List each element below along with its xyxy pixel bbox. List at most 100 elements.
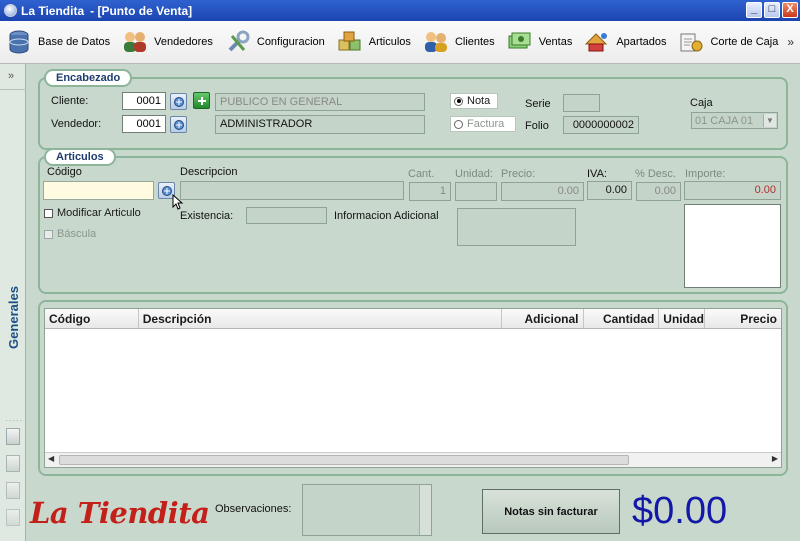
plus-icon [197, 96, 206, 105]
close-button[interactable]: X [782, 2, 798, 18]
column-header-descripcion[interactable]: Descripción [139, 309, 502, 328]
modificar-articulo-checkbox[interactable]: Modificar Articulo [44, 207, 141, 219]
unidad-label: Unidad: [455, 168, 493, 180]
document-icon[interactable] [6, 482, 20, 499]
checkbox-icon [44, 208, 53, 218]
precio-field[interactable]: 0.00 [501, 182, 584, 201]
toolbar-vendedores[interactable]: Vendedores [122, 29, 213, 55]
observaciones-label: Observaciones: [215, 503, 292, 515]
encabezado-group [38, 77, 788, 150]
descuento-field[interactable]: 0.00 [636, 182, 681, 201]
checkbox-icon [44, 229, 53, 239]
document-icon[interactable] [6, 455, 20, 472]
existencia-field [246, 207, 327, 224]
observaciones-textarea[interactable] [302, 484, 432, 536]
chevron-down-icon: ▼ [763, 114, 776, 127]
cantidad-field[interactable]: 1 [409, 182, 451, 201]
iva-label: IVA: [587, 168, 607, 180]
divider [0, 89, 26, 90]
cliente-id-field[interactable]: 0001 [122, 92, 166, 110]
toolbar-corte-de-caja[interactable]: Corte de Caja [678, 29, 778, 55]
toolbar-label: Corte de Caja [710, 36, 779, 48]
precio-label: Precio: [501, 168, 536, 180]
codigo-input[interactable] [43, 181, 154, 200]
descripcion-field [180, 181, 404, 200]
toolbar-label: Configuracion [256, 36, 325, 48]
toolbar-articulos[interactable]: Articulos [337, 29, 411, 55]
unidad-field [455, 182, 497, 201]
info-adicional-field [457, 208, 576, 246]
document-icon[interactable] [6, 509, 20, 526]
database-icon [6, 29, 32, 55]
factura-radio[interactable]: Factura [450, 116, 516, 132]
toolbar-base-de-datos[interactable]: Base de Datos [6, 29, 110, 55]
minimize-button[interactable]: _ [746, 2, 762, 18]
maximize-button[interactable]: □ [764, 2, 780, 18]
scrollbar-thumb[interactable] [59, 455, 629, 465]
horizontal-scrollbar[interactable]: ◀ ▶ [45, 452, 781, 467]
column-header-codigo[interactable]: Código [45, 309, 139, 328]
document-icon[interactable] [6, 428, 20, 445]
toolbar-overflow-button[interactable]: » [787, 35, 794, 49]
column-header-cantidad[interactable]: Cantidad [584, 309, 660, 328]
generales-tab[interactable]: Generales [2, 272, 24, 362]
vertical-scrollbar[interactable] [419, 485, 431, 535]
toolbar-label: Ventas [538, 36, 573, 48]
codigo-label: Código [47, 166, 82, 178]
descuento-label: % Desc. [635, 168, 676, 180]
radio-selected-icon [454, 96, 463, 106]
bascula-checkbox[interactable]: Báscula [44, 228, 96, 240]
caja-select[interactable]: 01 CAJA 01 ▼ [691, 112, 778, 129]
total-amount: $0.00 [632, 490, 728, 532]
search-seller-button[interactable] [170, 116, 187, 133]
scroll-left-icon[interactable]: ◀ [48, 454, 54, 463]
toolbar-label: Clientes [454, 36, 495, 48]
radio-empty-icon [454, 119, 463, 129]
add-client-button[interactable] [193, 92, 210, 109]
cash-cut-icon [678, 29, 704, 55]
toolbar-ventas[interactable]: Ventas [507, 29, 573, 55]
importe-field: 0.00 [684, 181, 781, 200]
importe-label: Importe: [685, 168, 726, 180]
title-bar: La Tiendita - [Punto de Venta] _ □ X [0, 0, 800, 21]
items-table[interactable]: Código Descripción Adicional Cantidad Un… [44, 308, 782, 468]
toolbar-label: Apartados [616, 36, 667, 48]
vendedor-name-field: ADMINISTRADOR [215, 115, 425, 134]
notas-sin-facturar-button[interactable]: Notas sin facturar [482, 489, 620, 534]
toolbar-configuracion[interactable]: Configuracion [225, 29, 325, 55]
search-icon [173, 119, 184, 130]
brand-logo: La Tiendita [30, 496, 210, 530]
column-header-precio[interactable]: Precio [705, 309, 781, 328]
window-subtitle: - [Punto de Venta] [90, 3, 193, 18]
serie-field [563, 94, 600, 112]
app-icon [4, 4, 17, 17]
app-title: La Tiendita [21, 3, 85, 18]
cant-label: Cant. [408, 168, 435, 180]
toolbar-clientes[interactable]: Clientes [423, 29, 495, 55]
vendedor-label: Vendedor: [51, 118, 102, 130]
toolbar-label: Articulos [368, 36, 411, 48]
people-icon [122, 29, 148, 55]
vendedor-id-field[interactable]: 0001 [122, 115, 166, 133]
boxes-icon [337, 29, 363, 55]
scroll-right-icon[interactable]: ▶ [772, 454, 778, 463]
search-icon [173, 96, 184, 107]
sales-icon [507, 29, 533, 55]
search-icon [161, 185, 172, 196]
layaway-icon [584, 29, 610, 55]
toolbar-label: Vendedores [154, 36, 213, 48]
encabezado-legend: Encabezado [44, 69, 133, 87]
descripcion-label: Descripcion [180, 166, 238, 178]
side-panel: » Generales ····· [0, 64, 26, 541]
expand-panel-button[interactable]: » [8, 70, 14, 82]
tools-icon [225, 29, 251, 55]
toolbar-apartados[interactable]: Apartados [584, 29, 666, 55]
column-header-unidad[interactable]: Unidad [659, 309, 706, 328]
table-header: Código Descripción Adicional Cantidad Un… [45, 309, 781, 329]
caja-label: Caja [690, 97, 713, 109]
search-client-button[interactable] [170, 93, 187, 110]
nota-radio[interactable]: Nota [450, 93, 498, 109]
rail-grip: ····· [5, 416, 24, 425]
column-header-adicional[interactable]: Adicional [502, 309, 584, 328]
existencia-label: Existencia: [180, 210, 234, 222]
